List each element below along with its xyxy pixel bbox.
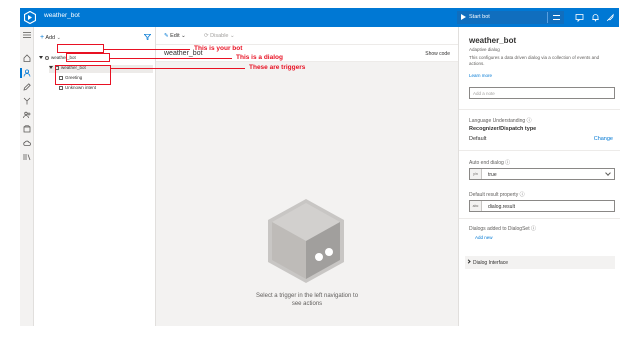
disable-menu-button[interactable]: ⟳ Disable ⌄ (204, 33, 235, 39)
dialog-canvas: ✎ Edit ⌄ ⟳ Disable ⌄ weather_bot Show co… (156, 27, 458, 326)
composer-logo-icon (24, 11, 36, 24)
start-bot-label: Start bot (469, 14, 490, 20)
empty-state-message: Select a trigger in the left navigation … (255, 293, 359, 307)
app-title: weather_bot (44, 12, 80, 19)
edit-icon: ✎ (164, 33, 169, 39)
top-bar: weather_bot Start bot (20, 8, 619, 27)
dialog-interface-section[interactable]: Dialog Interface (465, 256, 615, 269)
info-icon: ⓘ (531, 226, 537, 232)
string-type-tag: abc (470, 201, 482, 211)
recognizer-label: Recognizer/Dispatch type (469, 126, 537, 132)
dialog-description: This configures a data driven dialog via… (469, 55, 600, 66)
play-icon (461, 14, 466, 20)
knowledge-icon[interactable] (23, 97, 31, 105)
disable-label: Disable (210, 33, 229, 39)
default-result-value: dialog.result (488, 204, 515, 210)
rocket-icon[interactable] (606, 13, 615, 22)
caret-down-icon (49, 66, 53, 70)
default-result-label: Default result property ⓘ (469, 192, 525, 198)
add-button[interactable]: + Add ⌄ (40, 34, 61, 41)
edit-label: Edit (170, 33, 180, 39)
users-icon[interactable] (23, 111, 31, 119)
edit-menu-button[interactable]: ✎ Edit ⌄ (164, 33, 186, 39)
edit-pencil-icon[interactable] (23, 83, 31, 91)
chevron-down-icon: ⌄ (56, 35, 61, 41)
cloud-icon[interactable] (23, 139, 31, 147)
default-result-input[interactable]: abc dialog.result (469, 200, 615, 212)
dialog-annotation: This is a dialog (236, 54, 283, 61)
auto-end-label: Auto end dialog ⓘ (469, 160, 511, 166)
home-icon[interactable] (23, 54, 31, 62)
dialog-interface-label: Dialog Interface (473, 260, 509, 266)
info-icon: ⓘ (505, 160, 511, 166)
library-icon[interactable] (23, 153, 31, 161)
change-recognizer-link[interactable]: Change (594, 136, 613, 142)
bot-icon (45, 55, 49, 60)
navigation-rail (20, 27, 34, 326)
filter-icon[interactable] (144, 34, 151, 40)
disable-icon: ⟳ (204, 33, 209, 39)
dialog-highlight-box (66, 53, 110, 62)
canvas-toolbar: ✎ Edit ⌄ ⟳ Disable ⌄ (156, 27, 458, 45)
bot-highlight-box (57, 44, 104, 53)
dialogs-added-label: Dialogs added to DialogSet ⓘ (469, 226, 537, 232)
info-icon: ⓘ (526, 118, 532, 124)
caret-down-icon (39, 56, 43, 60)
recognizer-value: Default (469, 136, 487, 142)
add-new-link[interactable]: Add new (475, 235, 493, 240)
empty-canvas-illustration (268, 199, 344, 283)
chevron-down-icon (605, 170, 611, 176)
add-label: Add (45, 35, 56, 41)
learn-more-link[interactable]: Learn more (469, 73, 492, 78)
properties-panel: weather_bot Adaptive dialog This configu… (458, 27, 620, 326)
triggers-highlight-box (55, 65, 111, 85)
composer-window: weather_bot Start bot + Add ⌄ weather_bo… (20, 8, 620, 326)
property-title: weather_bot (469, 36, 517, 45)
start-bot-button[interactable]: Start bot (457, 11, 564, 24)
plus-icon: + (40, 34, 45, 41)
active-nav-indicator (20, 68, 22, 78)
hamburger-menu-icon[interactable] (23, 32, 31, 38)
notification-bell-icon[interactable] (591, 13, 600, 22)
info-icon: ⓘ (519, 192, 525, 198)
show-code-button[interactable]: Show code (425, 51, 450, 57)
trigger-icon (59, 85, 63, 90)
trigger-name: Unknown intent (65, 85, 97, 90)
chat-icon[interactable] (575, 13, 584, 22)
auto-end-value: true (488, 172, 497, 178)
lu-label: Language Understanding ⓘ (469, 118, 532, 124)
design-icon[interactable] (23, 69, 31, 77)
package-icon[interactable] (23, 125, 31, 133)
bot-annotation: This is your bot (194, 45, 243, 52)
dialog-type-label: Adaptive dialog (469, 47, 500, 52)
boolean-type-tag: y/n (470, 169, 482, 179)
chevron-down-icon: ⌄ (181, 33, 186, 39)
chevron-down-icon: ⌄ (230, 33, 235, 39)
add-note-input[interactable]: Add a note (469, 87, 615, 99)
auto-end-dropdown[interactable]: y/n true (469, 168, 615, 180)
tree-trigger-item[interactable]: Unknown intent (59, 85, 96, 93)
start-options-icon[interactable] (553, 15, 560, 20)
chevron-right-icon (466, 259, 471, 264)
triggers-annotation: These are triggers (249, 64, 306, 71)
